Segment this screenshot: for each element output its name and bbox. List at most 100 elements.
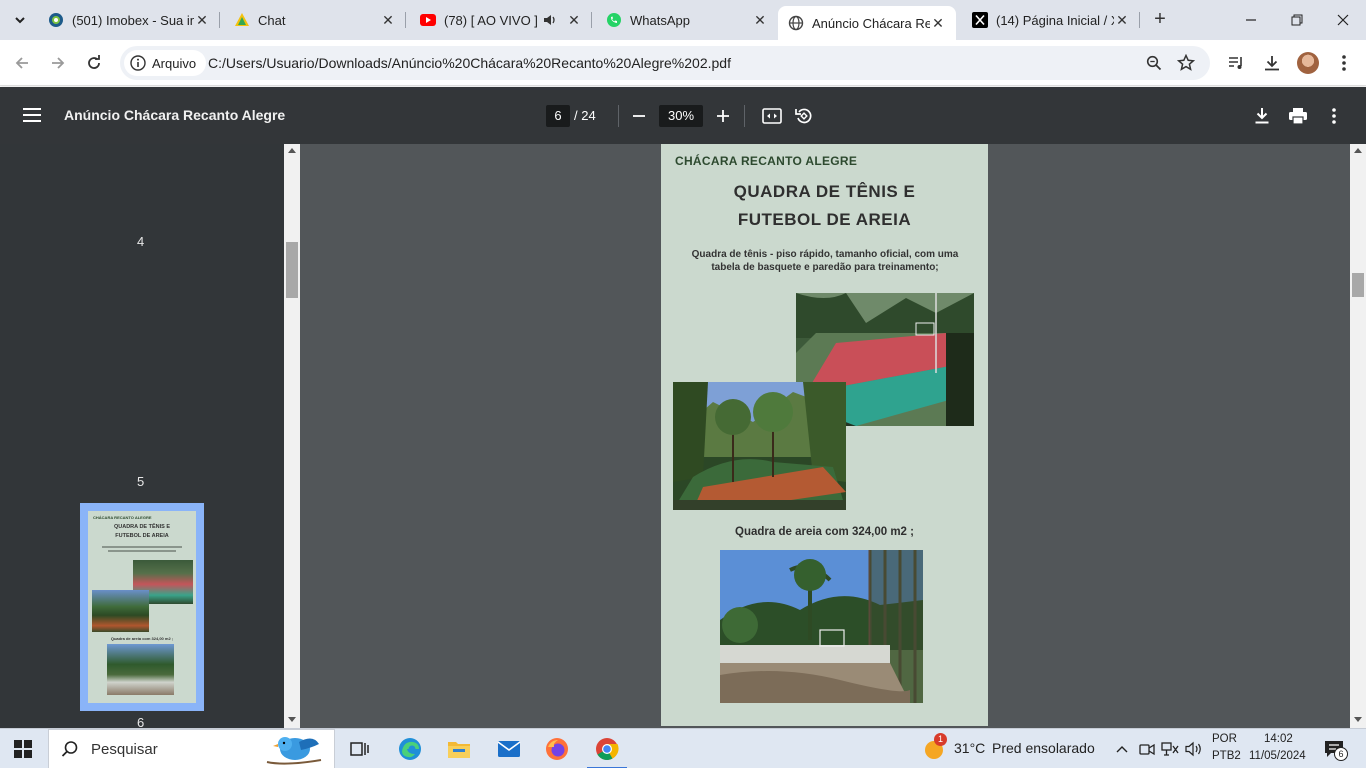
page-caption: Quadra de areia com 324,00 m2 ; [735, 526, 914, 538]
pdf-document-view[interactable]: CHÁCARA RECANTO ALEGRE QUADRA DE TÊNIS E… [300, 144, 1350, 728]
kebab-menu-icon [1332, 108, 1336, 124]
hamburger-icon [23, 108, 41, 122]
plus-icon [717, 110, 729, 122]
pdf-print-button[interactable] [1286, 104, 1310, 128]
page-description-line-2: tabela de basquete e paredão para treina… [711, 262, 939, 273]
imobex-icon [48, 12, 64, 28]
thumb-caption: Quadra de areia com 324,00 m2 ; [110, 636, 174, 641]
notification-center-button[interactable]: 6 [1320, 735, 1348, 763]
site-info-chip[interactable]: Arquivo [124, 50, 207, 76]
page-number-input[interactable]: 6 [546, 105, 570, 127]
close-tab-icon[interactable]: ✕ [566, 12, 582, 29]
scroll-up-arrow-icon[interactable] [1354, 148, 1362, 153]
fit-page-button[interactable] [760, 104, 784, 128]
close-tab-icon[interactable]: ✕ [380, 12, 396, 29]
pdf-toolbar: Anúncio Chácara Recanto Alegre 6 / 24 30… [0, 87, 1366, 144]
minimize-icon [1246, 19, 1256, 21]
show-hidden-icons-button[interactable] [1110, 735, 1134, 763]
windows-logo-pane [24, 740, 32, 748]
weather-badge: 1 [934, 733, 947, 746]
rotate-button[interactable] [792, 104, 816, 128]
avatar [1297, 52, 1319, 74]
chrome-taskbar-button[interactable] [587, 735, 627, 768]
document-scrollbar-thumb[interactable] [1352, 273, 1364, 297]
tab-whatsapp[interactable]: WhatsApp ✕ [592, 0, 778, 40]
sidebar-scrollbar-thumb[interactable] [286, 242, 298, 298]
pdf-more-button[interactable] [1322, 104, 1346, 128]
volume-icon[interactable] [1183, 735, 1205, 763]
document-scrollbar[interactable] [1350, 144, 1366, 728]
x-icon [972, 12, 988, 28]
task-view-button[interactable] [346, 735, 374, 763]
clock-time[interactable]: 14:02 [1264, 733, 1293, 745]
restore-icon [1291, 14, 1303, 26]
pdf-download-button[interactable] [1250, 104, 1274, 128]
download-icon [1265, 56, 1279, 71]
zoom-input[interactable]: 30% [659, 105, 703, 127]
zoom-indicator-button[interactable] [1144, 53, 1164, 73]
photo-sand-court [720, 550, 923, 703]
taskbar-search-box[interactable]: Pesquisar [48, 729, 335, 768]
page-title: QUADRA DE TÊNIS E FUTEBOL DE AREIA [661, 178, 988, 234]
plus-icon: + [1154, 8, 1166, 30]
url-text[interactable]: C:/Users/Usuario/Downloads/Anúncio%20Chá… [208, 55, 731, 71]
magnifier-icon [1146, 55, 1162, 71]
close-tab-icon[interactable]: ✕ [194, 12, 210, 29]
new-tab-button[interactable]: + [1148, 8, 1172, 32]
network-icon[interactable] [1159, 735, 1181, 763]
tab-imobex[interactable]: (501) Imobex - Sua im ✕ [34, 0, 220, 40]
clock-date[interactable]: 11/05/2024 [1249, 750, 1306, 762]
page-brand: CHÁCARA RECANTO ALEGRE [675, 154, 858, 168]
scroll-up-arrow-icon[interactable] [288, 148, 296, 153]
whatsapp-icon [606, 12, 622, 28]
thumbnail-page-6-selected[interactable]: CHÁCARA RECANTO ALEGRE QUADRA DE TÊNIS E… [80, 503, 204, 711]
site-info-label: Arquivo [152, 55, 197, 71]
sidebar-scrollbar[interactable] [284, 144, 300, 728]
close-window-button[interactable] [1320, 0, 1366, 40]
pdf-title: Anúncio Chácara Recanto Alegre [64, 107, 286, 123]
bookmark-button[interactable] [1176, 53, 1196, 73]
media-controls-button[interactable] [1224, 51, 1248, 75]
start-button[interactable] [14, 740, 32, 758]
thumbnail-image: CHÁCARA RECANTO ALEGRE QUADRA DE TÊNIS E… [88, 511, 196, 703]
reload-button[interactable] [80, 49, 108, 77]
weather-description[interactable]: Pred ensolarado [992, 740, 1095, 756]
mail-taskbar-button[interactable] [495, 735, 523, 763]
tab-anuncio-active[interactable]: Anúncio Chácara Rec ✕ [778, 6, 956, 40]
file-explorer-taskbar-button[interactable] [445, 735, 473, 763]
address-bar[interactable]: Arquivo C:/Users/Usuario/Downloads/Anúnc… [120, 46, 1210, 80]
close-tab-icon[interactable]: ✕ [1114, 12, 1130, 29]
weather-widget-icon[interactable]: 1 [920, 733, 948, 763]
input-language[interactable]: POR [1212, 733, 1237, 745]
profile-button[interactable] [1296, 51, 1320, 75]
zoom-out-button[interactable] [627, 104, 651, 128]
edge-taskbar-button[interactable] [396, 735, 424, 763]
scroll-down-arrow-icon[interactable] [1354, 717, 1362, 722]
back-button[interactable] [8, 49, 36, 77]
tab-chat[interactable]: Chat ✕ [220, 0, 406, 40]
camera-icon [1139, 743, 1155, 756]
firefox-taskbar-button[interactable] [543, 735, 571, 763]
scroll-down-arrow-icon[interactable] [288, 717, 296, 722]
tab-search-button[interactable] [6, 6, 34, 34]
speaker-icon[interactable] [542, 12, 558, 28]
media-queue-icon [1229, 57, 1242, 69]
minimize-button[interactable] [1228, 0, 1274, 40]
keyboard-layout[interactable]: PTB2 [1212, 750, 1241, 762]
zoom-in-button[interactable] [711, 104, 735, 128]
download-icon [1255, 108, 1269, 124]
weather-temperature[interactable]: 31°C [954, 740, 985, 756]
forward-button[interactable] [44, 49, 72, 77]
thumb-title-line-2: FUTEBOL DE AREIA [115, 533, 169, 539]
close-tab-icon[interactable]: ✕ [752, 12, 768, 29]
browser-toolbar: Arquivo C:/Users/Usuario/Downloads/Anúnc… [0, 40, 1366, 86]
close-tab-icon[interactable]: ✕ [930, 15, 946, 32]
tab-x[interactable]: (14) Página Inicial / X ✕ [958, 0, 1140, 40]
tab-youtube[interactable]: (78) [ AO VIVO ] L ✕ [406, 0, 592, 40]
downloads-button[interactable] [1260, 51, 1284, 75]
restore-button[interactable] [1274, 0, 1320, 40]
browser-menu-button[interactable] [1332, 51, 1356, 75]
printer-icon [1289, 108, 1307, 125]
pdf-sidebar-toggle[interactable] [20, 103, 44, 127]
meet-now-icon[interactable] [1136, 735, 1158, 763]
